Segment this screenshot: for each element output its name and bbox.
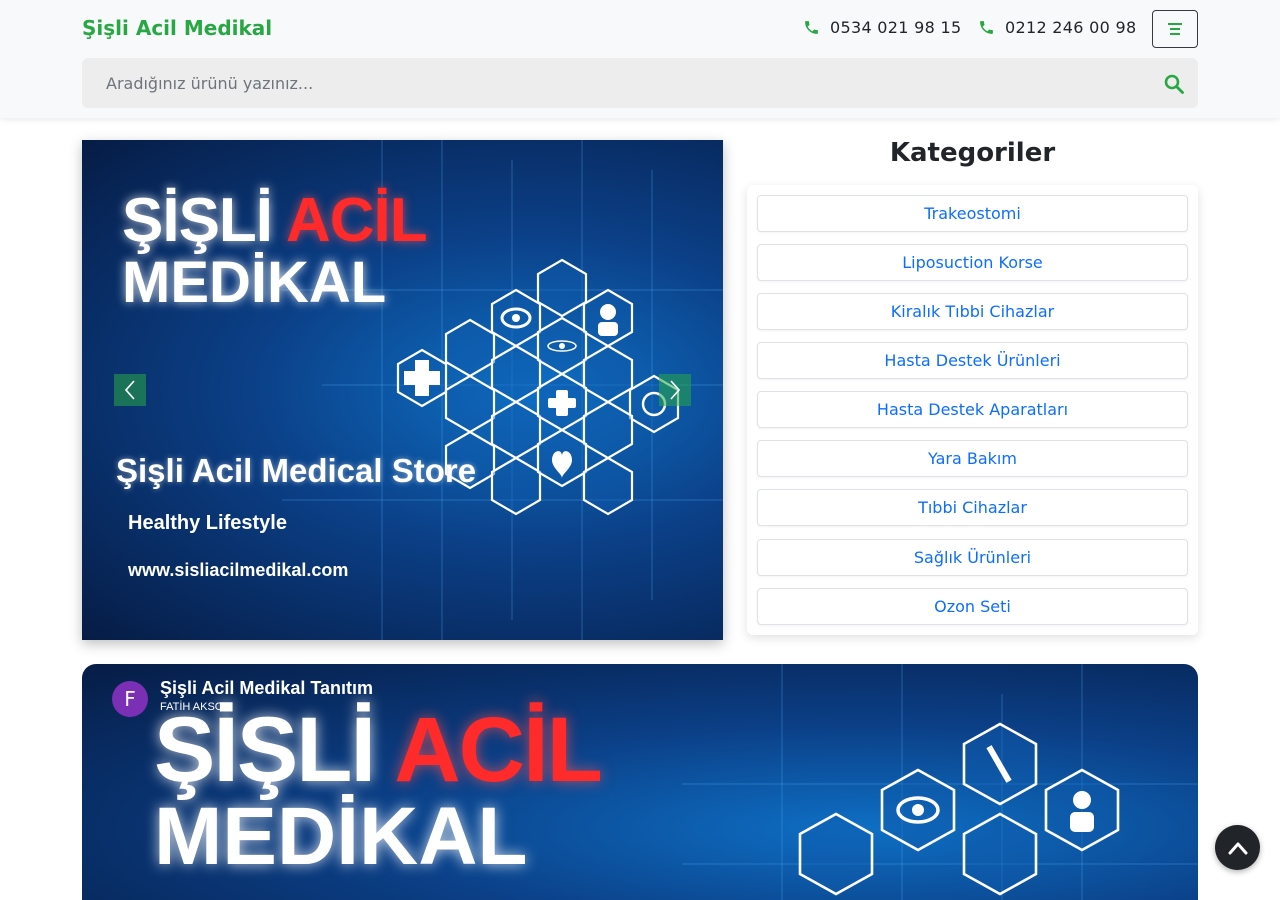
channel-avatar[interactable]: F	[112, 681, 148, 717]
category-item-hasta-destek-aparatlari[interactable]: Hasta Destek Aparatları	[757, 391, 1188, 428]
category-item-kiralik-tibbi-cihazlar[interactable]: Kiralık Tıbbi Cihazlar	[757, 293, 1188, 330]
site-header: Şişli Acil Medikal 0534 021 98 15 0212 2…	[0, 0, 1280, 118]
carousel-prev-button[interactable]	[114, 374, 146, 406]
category-item-ozon-seti[interactable]: Ozon Seti	[757, 588, 1188, 625]
hero-carousel: ŞİŞLİ ACİL MEDİKAL Şişli Acil Medical St…	[82, 140, 723, 640]
carousel-url: www.sisliacilmedikal.com	[128, 560, 349, 580]
category-item-hasta-destek-urunleri[interactable]: Hasta Destek Ürünleri	[757, 342, 1188, 379]
chevron-right-icon	[670, 380, 681, 400]
chevron-left-icon	[124, 380, 135, 400]
phone-number: 0212 246 00 98	[1005, 18, 1137, 37]
phone-number: 0534 021 98 15	[830, 18, 962, 37]
category-item-tibbi-cihazlar[interactable]: Tıbbi Cihazlar	[757, 489, 1188, 526]
search-icon	[1164, 74, 1184, 94]
video-title[interactable]: Şişli Acil Medikal Tanıtım	[160, 678, 373, 699]
carousel-next-button[interactable]	[659, 374, 691, 406]
category-item-saglik-urunleri[interactable]: Sağlık Ürünleri	[757, 539, 1188, 576]
category-item-yara-bakim[interactable]: Yara Bakım	[757, 440, 1188, 477]
category-item-trakeostomi[interactable]: Trakeostomi	[757, 195, 1188, 232]
categories-heading: Kategoriler	[889, 138, 1056, 168]
carousel-logo-line-1: ŞİŞLİ ACİL	[122, 186, 428, 255]
search-bar	[82, 58, 1198, 108]
scroll-to-top-button[interactable]	[1215, 825, 1260, 870]
search-input[interactable]	[82, 58, 1142, 108]
brand-logo[interactable]: Şişli Acil Medikal	[82, 16, 272, 40]
phone-icon	[980, 21, 993, 34]
phone-link-landline[interactable]: 0212 246 00 98	[978, 18, 1136, 37]
video-logo-line-2: MEDİKAL	[154, 791, 528, 882]
video-embed[interactable]: F Şişli Acil Medikal Tanıtım FATİH AKSOY…	[82, 664, 1198, 900]
phone-link-mobile[interactable]: 0534 021 98 15	[803, 18, 961, 37]
category-item-liposuction-korse[interactable]: Liposuction Korse	[757, 244, 1188, 281]
carousel-title: Şişli Acil Medical Store	[116, 452, 477, 489]
carousel-logo-line-2: MEDİKAL	[122, 250, 387, 315]
carousel-subtitle: Healthy Lifestyle	[128, 512, 287, 534]
categories-list: Trakeostomi Liposuction Korse Kiralık Tı…	[747, 185, 1198, 635]
video-logo-line-1: ŞİŞLİ ACİL	[154, 699, 603, 801]
chevron-up-icon	[1228, 842, 1247, 854]
bars-icon	[1168, 23, 1182, 35]
search-button[interactable]	[1162, 72, 1186, 96]
menu-toggle-button[interactable]	[1152, 10, 1198, 48]
phone-icon	[805, 21, 818, 34]
